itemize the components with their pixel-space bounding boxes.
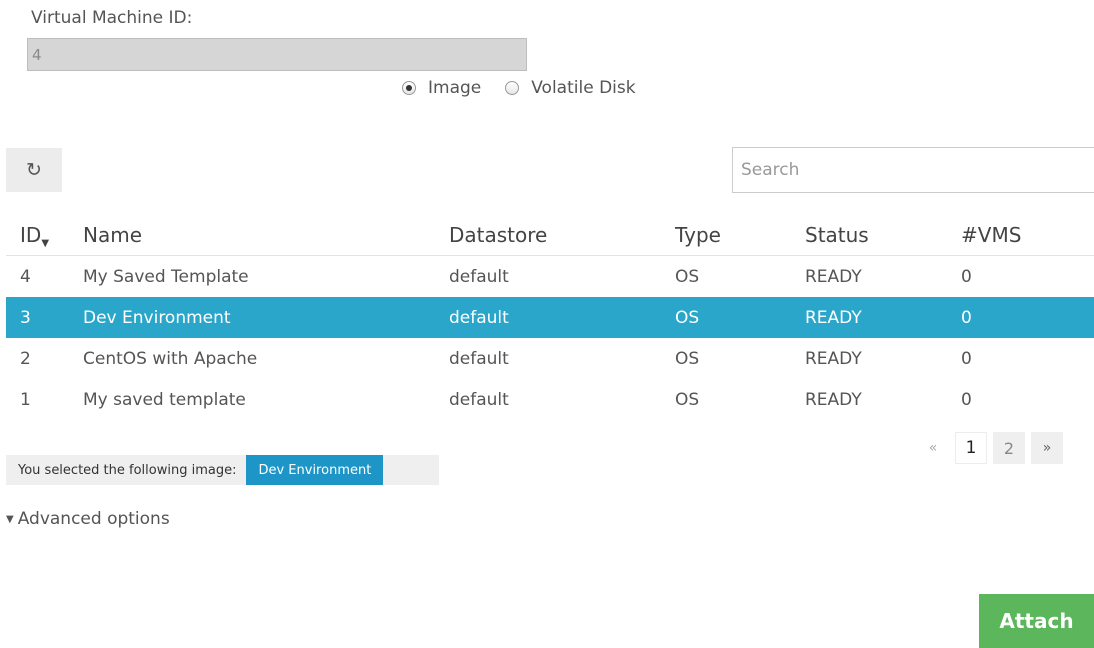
cell-datastore: default (449, 348, 509, 369)
column-header-status[interactable]: Status (805, 215, 961, 256)
pagination-next-icon[interactable]: » (1031, 432, 1063, 464)
vm-id-label: Virtual Machine ID: (31, 8, 193, 28)
cell-name: My Saved Template (83, 266, 249, 287)
cell-name: CentOS with Apache (83, 348, 258, 369)
image-radio[interactable] (402, 81, 416, 95)
image-radio-label[interactable]: Image (428, 78, 481, 98)
images-table: ID▼ Name Datastore Type Status #VMS 4 My… (6, 215, 1094, 420)
table-row-selected[interactable]: 3 Dev Environment default OS READY 0 (6, 297, 1094, 338)
cell-vms: 0 (961, 389, 972, 410)
table-header-row: ID▼ Name Datastore Type Status #VMS (6, 215, 1094, 256)
volatile-disk-radio[interactable] (505, 81, 520, 95)
pagination-page-1[interactable]: 1 (955, 432, 987, 464)
column-header-id[interactable]: ID▼ (6, 215, 83, 256)
selected-image-badge: Dev Environment (246, 455, 384, 485)
column-header-name[interactable]: Name (83, 215, 449, 256)
advanced-options-toggle[interactable]: ▼ Advanced options (6, 509, 170, 529)
cell-id: 1 (20, 389, 31, 410)
disk-type-radio-group: Image Volatile Disk (402, 78, 636, 98)
cell-type: OS (675, 348, 700, 369)
column-header-type[interactable]: Type (675, 215, 805, 256)
vm-id-field[interactable]: 4 (27, 38, 527, 71)
sort-desc-icon: ▼ (41, 238, 50, 249)
cell-datastore: default (449, 266, 509, 287)
refresh-button[interactable]: ↻ (6, 148, 62, 192)
column-header-id-label: ID (20, 223, 42, 247)
cell-type: OS (675, 389, 700, 410)
cell-datastore: default (449, 297, 675, 338)
caret-down-icon: ▼ (6, 513, 14, 525)
cell-id: 3 (6, 297, 83, 338)
advanced-options-label: Advanced options (17, 509, 170, 529)
cell-status: READY (805, 266, 862, 287)
table-row[interactable]: 2 CentOS with Apache default OS READY 0 (6, 338, 1094, 379)
cell-vms: 0 (961, 297, 1094, 338)
search-input[interactable]: Search (732, 147, 1094, 193)
volatile-disk-radio-label[interactable]: Volatile Disk (531, 78, 635, 98)
refresh-icon: ↻ (26, 159, 42, 181)
cell-id: 2 (20, 348, 31, 369)
cell-name: My saved template (83, 389, 246, 410)
cell-vms: 0 (961, 266, 972, 287)
pagination-page-2[interactable]: 2 (993, 432, 1025, 464)
column-header-vms[interactable]: #VMS (961, 215, 1094, 256)
cell-type: OS (675, 266, 700, 287)
cell-name: Dev Environment (83, 297, 449, 338)
cell-status: READY (805, 297, 961, 338)
cell-type: OS (675, 297, 805, 338)
pagination-prev-icon[interactable]: « (917, 432, 949, 464)
pagination: « 1 2 » (911, 432, 1063, 464)
cell-status: READY (805, 348, 862, 369)
column-header-datastore[interactable]: Datastore (449, 215, 675, 256)
cell-vms: 0 (961, 348, 972, 369)
table-row[interactable]: 4 My Saved Template default OS READY 0 (6, 256, 1094, 298)
selected-image-label: You selected the following image: (18, 462, 237, 478)
selected-image-summary: You selected the following image: Dev En… (6, 455, 439, 485)
cell-status: READY (805, 389, 862, 410)
table-row[interactable]: 1 My saved template default OS READY 0 (6, 379, 1094, 420)
cell-id: 4 (20, 266, 31, 287)
cell-datastore: default (449, 389, 509, 410)
attach-button[interactable]: Attach (979, 594, 1094, 648)
